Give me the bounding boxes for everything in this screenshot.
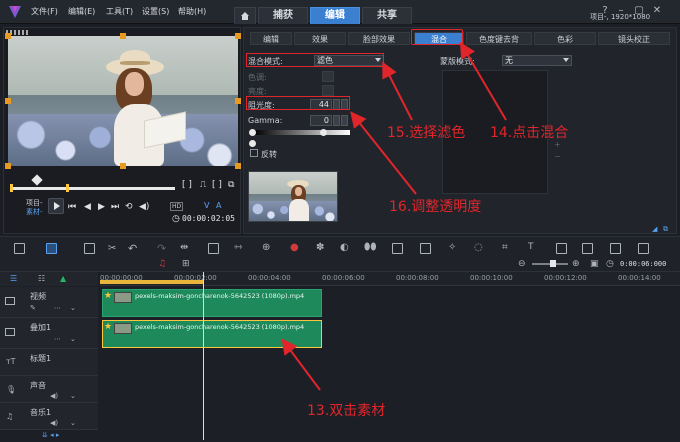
annotation-step13: 13.双击素材 [307,403,386,419]
annotation-step15: 15.选择滤色 [387,125,466,141]
arrow-to-overlay-clip [281,338,321,391]
annotation-step14: 14.点击混合 [490,125,569,141]
arrow-to-blend-mode [382,61,413,121]
annotation-step16: 16.调整透明度 [389,199,482,215]
arrow-to-blend-tab [459,41,507,121]
annotation-arrows [281,41,507,391]
